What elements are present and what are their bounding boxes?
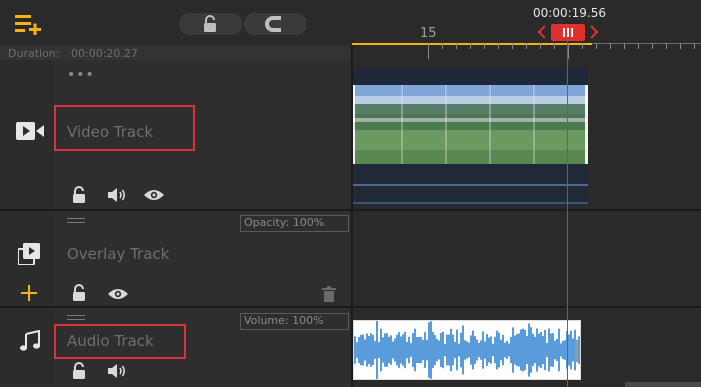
chevron-left-icon (537, 25, 547, 39)
ruler-tick (610, 43, 611, 49)
ruler-tick (428, 43, 429, 59)
music-note-icon (20, 330, 40, 352)
ruler-baseline (592, 43, 701, 44)
ruler-tick (666, 43, 667, 49)
volume-value: Volume: 100% (244, 314, 324, 327)
overlay-track-label[interactable]: Overlay Track (67, 245, 169, 263)
ruler-tick (540, 43, 541, 49)
ruler-tick (694, 43, 695, 49)
video-thumbnail (353, 85, 588, 164)
duration-label: Duration: (8, 47, 60, 60)
ruler-tick (498, 43, 499, 49)
add-track-icon[interactable] (15, 13, 41, 35)
magnet-icon (265, 15, 283, 33)
drag-handle[interactable] (67, 315, 85, 320)
audio-waveform (354, 321, 580, 379)
duration-value: 00:00:20.27 (71, 47, 138, 60)
audio-clip[interactable] (353, 320, 581, 380)
playhead-grip-center (567, 28, 569, 37)
more-options-icon[interactable]: ••• (67, 68, 95, 82)
horizontal-scrollbar[interactable] (625, 382, 701, 387)
ruler-tick (512, 43, 513, 49)
volume-control[interactable]: Volume: 100% (240, 313, 349, 330)
ruler-tick (526, 43, 527, 49)
eye-icon[interactable] (143, 188, 165, 202)
video-track-label[interactable]: Video Track (67, 123, 153, 141)
opacity-value: Opacity: 100% (244, 216, 325, 229)
ruler-tick (680, 43, 681, 49)
video-track-icon (16, 121, 44, 141)
ruler-tick (652, 43, 653, 49)
eye-icon[interactable] (107, 287, 129, 301)
current-time: 00:00:19.56 (533, 6, 606, 20)
unlock-icon[interactable] (71, 186, 87, 204)
drag-handle[interactable] (67, 218, 85, 223)
ruler-tick (582, 43, 583, 49)
unlock-icon[interactable] (71, 362, 87, 380)
ruler-tick (470, 43, 471, 49)
ruler-tick (442, 43, 443, 49)
audio-track-label[interactable]: Audio Track (67, 332, 154, 350)
timeline-progress-line (352, 43, 592, 45)
unlock-icon (202, 15, 218, 33)
video-clip[interactable] (353, 68, 588, 206)
add-overlay-button[interactable] (21, 285, 37, 301)
overlay-track-icon (18, 243, 40, 265)
volume-icon[interactable] (107, 363, 127, 379)
opacity-control[interactable]: Opacity: 100% (240, 215, 349, 232)
audio-clip-end-handle[interactable] (575, 340, 578, 362)
unlock-icon[interactable] (71, 284, 87, 302)
volume-icon[interactable] (107, 187, 127, 203)
timeline-ruler[interactable] (352, 0, 701, 60)
ruler-mark-15: 15 (420, 26, 437, 41)
trash-icon[interactable] (322, 286, 336, 302)
ruler-tick (638, 43, 639, 49)
ruler-tick (456, 43, 457, 49)
playhead-line[interactable] (567, 40, 568, 387)
ruler-tick (624, 43, 625, 49)
chevron-right-icon (589, 25, 599, 39)
ruler-tick (484, 43, 485, 49)
ruler-tick (596, 43, 597, 49)
ruler-tick (568, 43, 569, 59)
ruler-tick (554, 43, 555, 49)
